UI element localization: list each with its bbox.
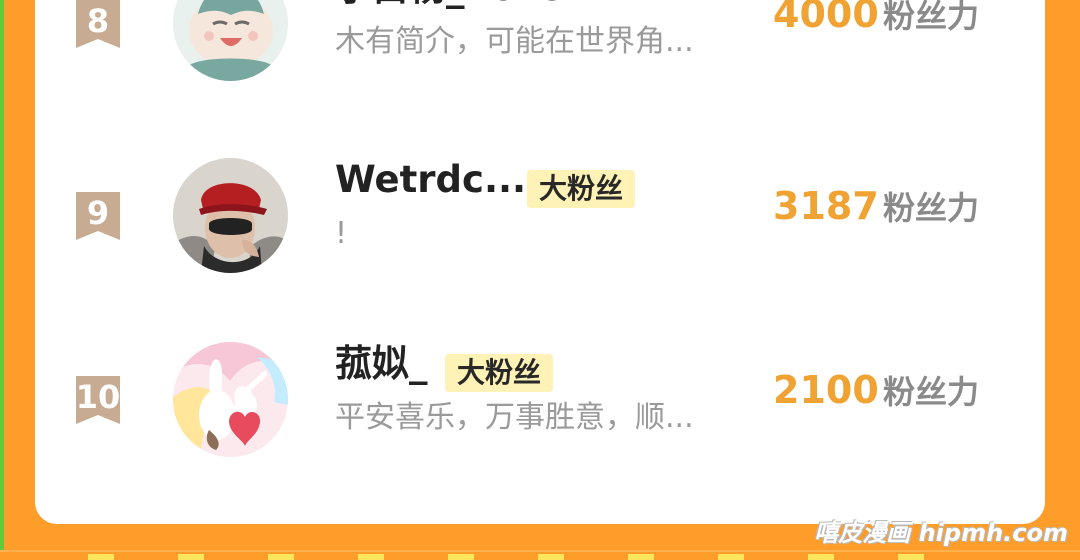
fan-power-unit: 粉丝力 (883, 0, 980, 35)
big-fan-badge: 大粉丝 (445, 354, 554, 392)
page-left-edge (0, 0, 4, 560)
user-intro: 木有简介，可能在世界角... (335, 24, 694, 59)
ranking-row[interactable]: 10 菰姒_ 大粉丝 平安喜乐，万事胜意，顺... 2100 粉丝力 (35, 336, 1045, 457)
rank-badge: 9 (72, 190, 124, 242)
fan-power-score: 3187 (773, 184, 879, 228)
user-avatar[interactable] (173, 0, 288, 81)
rank-badge: 8 (72, 0, 124, 50)
rabbit-illustration-avatar-icon (173, 342, 288, 457)
ranking-row[interactable]: 8 小白杨_1019 木有简介，可能在世界角... 4000 粉丝力 (35, 0, 1045, 81)
user-avatar[interactable] (173, 342, 288, 457)
user-avatar[interactable] (173, 158, 288, 273)
fan-ranking-card: 8 小白杨_1019 木有简介，可能在世界角... 4000 粉丝力 (35, 0, 1045, 524)
ranking-row[interactable]: 9 Wetrdc... 大粉丝 ! 3187 粉丝力 (35, 152, 1045, 273)
rank-badge: 10 (72, 374, 124, 426)
user-intro: ! (335, 216, 348, 251)
user-intro: 平安喜乐，万事胜意，顺... (335, 400, 694, 435)
big-fan-badge: 大粉丝 (527, 170, 636, 208)
username[interactable]: 小白杨_1019 (335, 0, 567, 10)
username[interactable]: 菰姒_ (335, 342, 428, 386)
fan-power-unit: 粉丝力 (883, 189, 980, 227)
fan-power-score: 4000 (773, 0, 879, 36)
rank-number: 9 (86, 194, 110, 232)
person-red-cap-avatar-icon (173, 158, 288, 273)
username[interactable]: Wetrdc... (335, 158, 526, 202)
rank-number: 10 (75, 378, 121, 416)
orange-footer-strip (0, 550, 1080, 560)
anime-girl-avatar-icon (173, 0, 288, 81)
fan-power-score: 2100 (773, 368, 879, 412)
rank-number: 8 (86, 2, 110, 40)
fan-power-unit: 粉丝力 (883, 373, 980, 411)
